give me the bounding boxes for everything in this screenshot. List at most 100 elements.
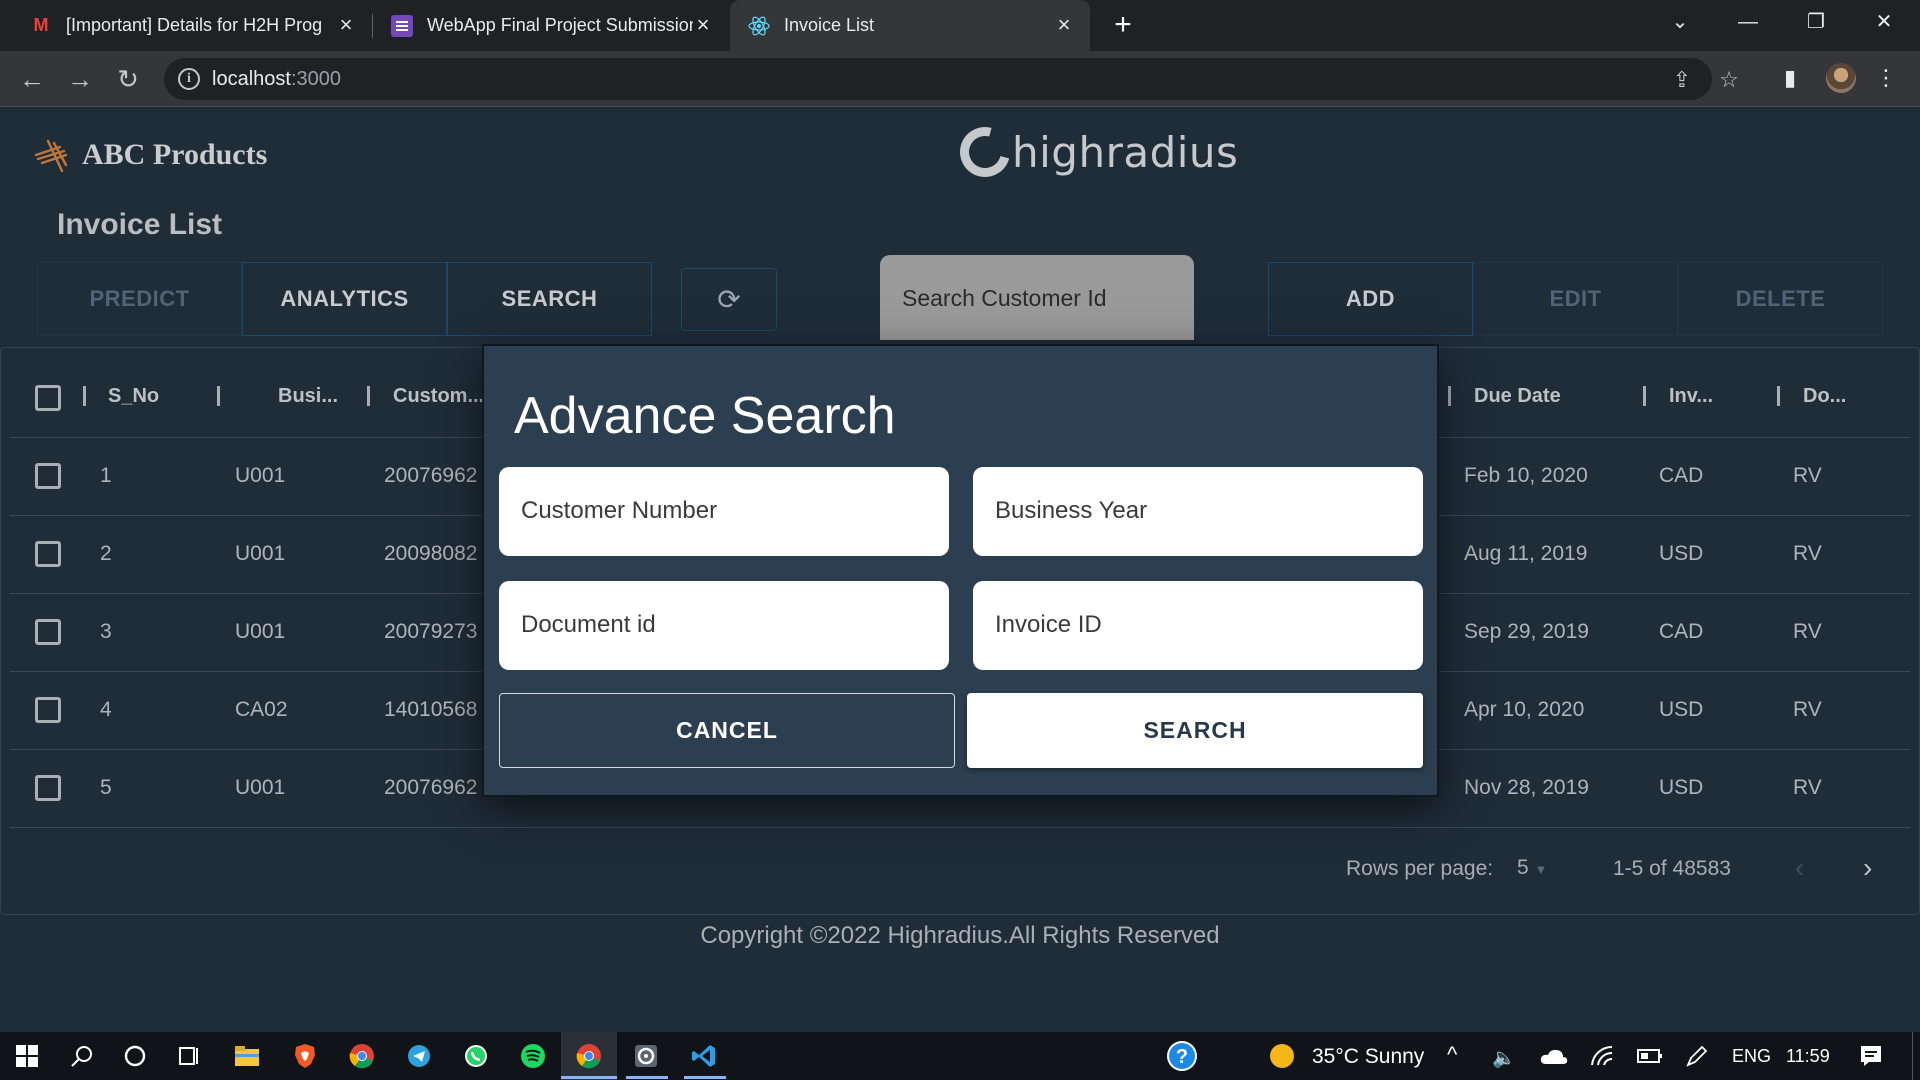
brave-icon[interactable] [289, 1040, 321, 1072]
wifi-icon[interactable] [1587, 1040, 1619, 1072]
analytics-button[interactable]: ANALYTICS [242, 262, 447, 336]
weather-sun-icon[interactable] [1266, 1040, 1298, 1072]
search-customer-input[interactable]: Search Customer Id [880, 255, 1194, 340]
profile-avatar[interactable] [1826, 63, 1856, 93]
address-bar[interactable]: i localhost:3000 ⇪ ☆ [164, 58, 1739, 100]
document-id-field[interactable]: Document id [499, 581, 949, 670]
vscode-icon[interactable] [688, 1040, 720, 1072]
cell-sno: 4 [100, 698, 112, 721]
predict-button[interactable]: PREDICT [37, 262, 242, 336]
advance-search-dialog: Advance Search Customer Number Business … [482, 344, 1439, 797]
close-icon[interactable]: × [691, 13, 715, 37]
notifications-icon[interactable] [1855, 1040, 1887, 1072]
row-checkbox[interactable] [35, 775, 61, 801]
row-checkbox[interactable] [35, 697, 61, 723]
new-tab-icon[interactable]: + [1108, 10, 1138, 40]
close-icon[interactable]: × [1052, 13, 1076, 37]
restore-icon[interactable]: ❐ [1788, 0, 1844, 45]
react-icon [748, 15, 770, 37]
search-icon[interactable] [66, 1040, 98, 1072]
menu-kebab-icon[interactable]: ⋮ [1871, 63, 1901, 93]
minimize-icon[interactable]: — [1720, 0, 1776, 45]
cortana-icon[interactable] [119, 1040, 151, 1072]
cell-customer: 20076962 [384, 464, 478, 487]
forward-icon[interactable]: → [64, 63, 96, 95]
cell-currency: USD [1659, 698, 1704, 721]
column-header-customer[interactable]: Custom... [393, 385, 484, 408]
footer-copyright: Copyright ©2022 Highradius.All Rights Re… [700, 922, 1220, 949]
volume-icon[interactable]: 🔈 [1492, 1046, 1516, 1070]
task-view-icon[interactable] [172, 1040, 204, 1072]
windows-start-icon[interactable] [11, 1040, 43, 1072]
page-title: Invoice List [57, 208, 223, 241]
delete-button[interactable]: DELETE [1678, 262, 1883, 336]
cell-sno: 3 [100, 620, 112, 643]
customer-number-field[interactable]: Customer Number [499, 467, 949, 556]
chrome-active-icon[interactable] [573, 1040, 605, 1072]
cancel-button[interactable]: CANCEL [499, 693, 955, 768]
cell-business: U001 [235, 542, 286, 565]
column-header-business[interactable]: Busi... [278, 385, 338, 408]
show-desktop-divider[interactable] [1912, 1032, 1913, 1080]
cell-sno: 2 [100, 542, 112, 565]
gmail-icon: M [33, 15, 49, 35]
refresh-button[interactable]: ⟳ [681, 268, 777, 331]
prev-page-icon[interactable]: ‹ [1795, 852, 1804, 884]
column-divider [367, 386, 370, 406]
side-panel-icon[interactable]: ▮ [1775, 63, 1805, 93]
row-checkbox[interactable] [35, 619, 61, 645]
share-icon[interactable]: ⇪ [1669, 67, 1695, 93]
rows-per-page-label: Rows per page: [1346, 857, 1494, 880]
onedrive-cloud-icon[interactable] [1538, 1040, 1570, 1072]
reload-icon[interactable]: ↻ [112, 63, 144, 95]
rows-per-page-select[interactable]: 5 ▼ [1517, 856, 1547, 880]
cell-doc-type: RV [1793, 464, 1822, 487]
chrome-icon[interactable] [346, 1040, 378, 1072]
next-page-icon[interactable]: › [1863, 852, 1872, 884]
cell-customer: 20098082 [384, 542, 478, 565]
whatsapp-icon[interactable] [460, 1040, 492, 1072]
invoice-id-field[interactable]: Invoice ID [973, 581, 1423, 670]
search-button[interactable]: SEARCH [447, 262, 652, 336]
abc-logo-icon [34, 139, 68, 173]
chevron-down-icon[interactable]: ⌄ [1652, 0, 1708, 45]
telegram-icon[interactable] [403, 1040, 435, 1072]
row-checkbox[interactable] [35, 541, 61, 567]
spotify-icon[interactable] [517, 1040, 549, 1072]
cell-due-date: Feb 10, 2020 [1464, 464, 1588, 487]
cell-doc-type: RV [1793, 698, 1822, 721]
row-checkbox[interactable] [35, 463, 61, 489]
column-header-sno[interactable]: S_No [108, 385, 159, 408]
business-year-field[interactable]: Business Year [973, 467, 1423, 556]
tray-overflow-chevron-icon[interactable]: ^ [1447, 1042, 1457, 1068]
pen-icon[interactable] [1681, 1040, 1713, 1072]
browser-toolbar: ← → ↻ i localhost:3000 ⇪ ☆ ▮ ⋮ [0, 51, 1920, 107]
advance-search-submit-button[interactable]: SEARCH [967, 693, 1423, 768]
back-icon[interactable]: ← [16, 63, 48, 95]
running-indicator [684, 1076, 726, 1079]
column-header-due-date[interactable]: Due Date [1474, 385, 1561, 408]
svg-text:?: ? [1176, 1046, 1188, 1068]
settings-app-icon[interactable] [630, 1040, 662, 1072]
bookmark-star-icon[interactable]: ☆ [1716, 67, 1742, 93]
clock-time[interactable]: 11:59 [1786, 1046, 1830, 1067]
site-info-icon[interactable]: i [178, 68, 200, 90]
language-indicator[interactable]: ENG [1732, 1046, 1771, 1067]
column-header-invoice-currency[interactable]: Inv... [1669, 385, 1713, 408]
window-close-icon[interactable]: ✕ [1856, 0, 1912, 45]
battery-icon[interactable] [1634, 1040, 1666, 1072]
cell-customer: 14010568 [384, 698, 478, 721]
tab-webapp[interactable]: WebApp Final Project Submission × [373, 0, 729, 51]
tab-gmail[interactable]: M [Important] Details for H2H Prog × [12, 0, 372, 51]
help-icon[interactable]: ? [1166, 1040, 1198, 1072]
close-icon[interactable]: × [334, 13, 358, 37]
file-explorer-icon[interactable] [231, 1040, 263, 1072]
cell-doc-type: RV [1793, 776, 1822, 799]
weather-text[interactable]: 35°C Sunny [1312, 1045, 1424, 1069]
edit-button[interactable]: EDIT [1473, 262, 1678, 336]
add-button[interactable]: ADD [1268, 262, 1473, 336]
tab-invoice-list[interactable]: Invoice List × [730, 0, 1090, 51]
select-all-checkbox[interactable] [35, 385, 61, 411]
column-header-document-type[interactable]: Do... [1803, 385, 1846, 408]
cell-business: U001 [235, 464, 286, 487]
